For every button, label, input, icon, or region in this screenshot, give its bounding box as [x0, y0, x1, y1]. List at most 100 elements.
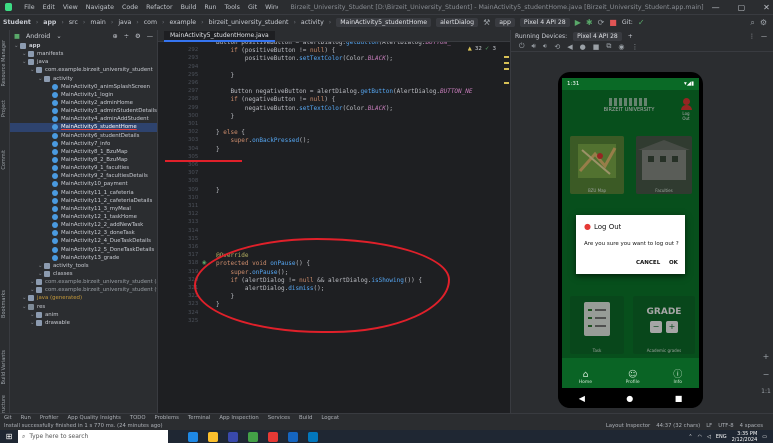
crumb[interactable]: activity [301, 19, 324, 26]
toolwindow-todo[interactable]: TODO [130, 415, 146, 421]
tree-file[interactable]: MainActivity11_1_cafeteria [10, 189, 157, 197]
tree-file[interactable]: MainActivity5_studentHome [10, 123, 157, 132]
crumb[interactable]: src [69, 19, 78, 26]
method-crumb[interactable]: alertDialog [436, 18, 479, 27]
crumb[interactable]: app [43, 19, 56, 26]
tree-file[interactable]: MainActivity9_1_faculties [10, 164, 157, 172]
code-line[interactable]: Button negativeButton = alertDialog.getB… [216, 88, 472, 96]
run-icon[interactable]: ▶ [575, 18, 581, 27]
crumb[interactable]: main [90, 19, 105, 26]
toolwindow-logcat[interactable]: Logcat [321, 415, 339, 421]
toolwindow-git[interactable]: Git [4, 415, 12, 421]
mail-icon[interactable] [308, 431, 318, 442]
rotate-icon[interactable]: ⟲ [554, 43, 560, 51]
tree-file[interactable]: MainActivity1_login [10, 91, 157, 99]
sys-back-icon[interactable]: ◀ [579, 394, 585, 403]
layout-inspector-label[interactable]: Layout Inspector [606, 423, 650, 429]
tree-folder[interactable]: ⌄ app [10, 42, 157, 50]
sys-home-icon[interactable]: ● [626, 394, 633, 403]
maximize-icon[interactable]: ▢ [738, 3, 746, 12]
code-area[interactable]: Button positiveButton = alertDialog.getB… [158, 42, 510, 413]
tree-file[interactable]: MainActivity12_1_taskHome [10, 213, 157, 221]
menu-item-code[interactable]: Code [122, 4, 138, 11]
tree-folder[interactable]: ⌄ java (generated) [10, 294, 157, 302]
code-line[interactable]: } [216, 72, 234, 80]
tree-folder[interactable]: ⌄ com.example.birzeit_university_student … [10, 278, 157, 286]
crumb[interactable]: com [144, 19, 157, 26]
toolwindow-profiler[interactable]: Profiler [40, 415, 59, 421]
crumb[interactable]: example [169, 19, 196, 26]
tree-file[interactable]: MainActivity7_info [10, 140, 157, 148]
project-view-select[interactable]: Android [26, 33, 50, 40]
tree-folder[interactable]: ⌄ classes [10, 270, 157, 278]
tree-file[interactable]: MainActivity6_studentDetails [10, 132, 157, 140]
code-line[interactable]: negativeButton.setTextColor(Color.BLACK)… [216, 105, 393, 113]
crumb[interactable]: Student [3, 19, 31, 26]
zoom-in-icon[interactable]: + [759, 352, 773, 361]
tree-file[interactable]: MainActivity2_adminHome [10, 99, 157, 107]
menu-item-tools[interactable]: Tools [224, 4, 240, 11]
cancel-button[interactable]: CANCEL [636, 260, 660, 266]
tree-file[interactable]: MainActivity12_5_DoneTaskDetails [10, 246, 157, 254]
tree-folder[interactable]: ⌄ java [10, 58, 157, 66]
close-icon[interactable]: ✕ [763, 3, 770, 12]
line-separator[interactable]: LF [706, 423, 712, 429]
menu-item-file[interactable]: File [24, 4, 35, 11]
language-indicator[interactable]: ENG [716, 434, 727, 440]
volume-down-icon[interactable]: 🔉︎ [543, 42, 547, 51]
menu-item-navigate[interactable]: Navigate [86, 4, 114, 11]
hide-panel-icon[interactable]: — [761, 33, 773, 40]
toolwindow-app-inspection[interactable]: App Inspection [219, 415, 258, 421]
wifi-icon[interactable]: ◠ [698, 434, 702, 440]
chrome-icon[interactable] [268, 431, 278, 442]
target-icon[interactable]: ⊕ [112, 33, 117, 40]
android-studio-icon[interactable] [248, 431, 258, 442]
toolwindow-app-quality-insights[interactable]: App Quality Insights [67, 415, 120, 421]
toolwindow-build[interactable]: Build [299, 415, 312, 421]
tree-folder[interactable]: ⌄ anim [10, 311, 157, 319]
network-icon[interactable]: ⌃ [688, 434, 692, 440]
word-icon[interactable] [288, 431, 298, 442]
code-line[interactable]: } else { [216, 129, 245, 137]
bookmarks-tab[interactable]: Bookmarks [1, 290, 7, 318]
tree-file[interactable]: MainActivity8_1_BzuMap [10, 148, 157, 156]
tree-folder[interactable]: ⌄ activity [10, 75, 157, 83]
toolwindow-run[interactable]: Run [21, 415, 31, 421]
tree-folder[interactable]: ⌄ com.example.birzeit_university_student … [10, 286, 157, 294]
file-crumb[interactable]: MainActivity5_studentHome [336, 18, 432, 27]
git-check-icon[interactable]: ✓ [638, 18, 645, 27]
tree-file[interactable]: MainActivity12_2_addNewTask [10, 221, 157, 229]
tree-file[interactable]: MainActivity11_3_myMeal [10, 205, 157, 213]
inspection-widget[interactable]: ▲ 32 ✓ 3 [468, 46, 496, 52]
tab-mainactivity5[interactable]: MainActivity5_studentHome.java [164, 31, 275, 42]
home-icon[interactable]: ● [580, 43, 586, 51]
windows-start-icon[interactable]: ⊞ [0, 430, 18, 443]
code-line[interactable]: if (negativeButton != null) { [216, 96, 335, 104]
volume-up-icon[interactable]: 🔊︎ [532, 42, 536, 51]
zoom-out-icon[interactable]: − [759, 370, 773, 379]
code-line[interactable]: super.onBackPressed(); [216, 137, 310, 145]
more-options-icon[interactable]: ⋮ [632, 43, 639, 51]
resource-manager-tab[interactable]: Resource Manager [1, 40, 7, 86]
commit-tab[interactable]: Commit [1, 150, 7, 170]
notifications-icon[interactable]: ▭ [762, 434, 767, 440]
tree-file[interactable]: MainActivity3_adminStudentDetails [10, 107, 157, 115]
toolwindow-terminal[interactable]: Terminal [188, 415, 210, 421]
settings-icon[interactable]: ⚙ [760, 18, 773, 27]
crumb[interactable]: birzeit_university_student [209, 19, 289, 26]
nav-info[interactable]: ⓘ Info [673, 367, 682, 385]
tree-folder[interactable]: ⌄ manifests [10, 50, 157, 58]
tree-file[interactable]: MainActivity11_2_cafeteriaDetails [10, 197, 157, 205]
ok-button[interactable]: OK [669, 260, 678, 266]
menu-item-build[interactable]: Build [181, 4, 197, 11]
gear-icon[interactable]: ⚙ [135, 33, 141, 40]
menu-item-git[interactable]: Git [248, 4, 257, 11]
menu-item-view[interactable]: View [63, 4, 78, 11]
code-line[interactable]: } [216, 113, 234, 121]
collapse-icon[interactable]: ÷ [124, 33, 129, 40]
hammer-icon[interactable]: ⚒ [483, 18, 490, 27]
sync-icon[interactable]: ⟳ [598, 18, 605, 27]
code-line[interactable]: } [216, 187, 220, 195]
sys-recents-icon[interactable]: ■ [675, 394, 683, 403]
menu-item-refactor[interactable]: Refactor [146, 4, 172, 11]
